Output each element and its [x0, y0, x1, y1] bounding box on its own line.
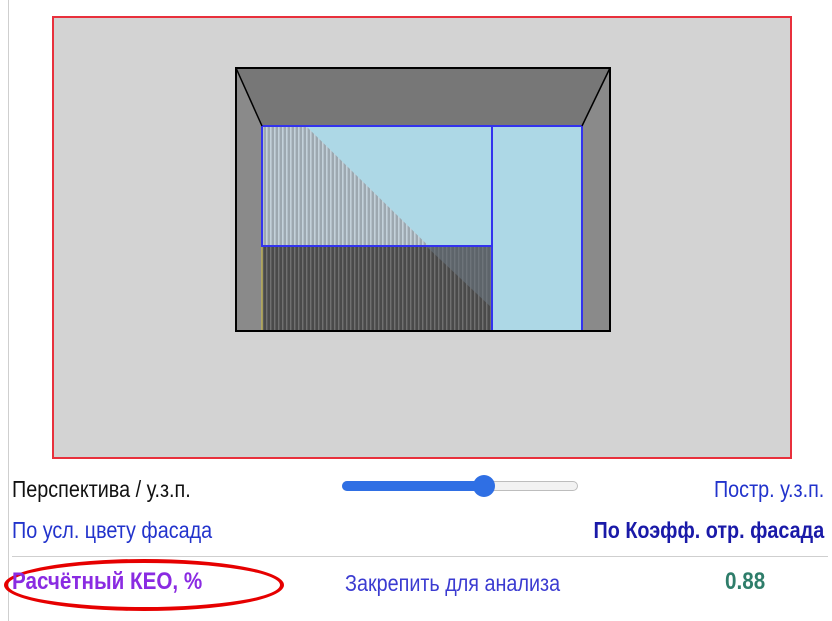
perspective-slider[interactable]: [342, 475, 580, 497]
left-divider: [8, 0, 9, 621]
facade-coefficient-link[interactable]: По Коэфф. отр. фасада: [593, 517, 824, 544]
keo-label: Расчётный КЕО, %: [12, 568, 203, 595]
lock-for-analysis-link[interactable]: Закрепить для анализа: [345, 570, 560, 597]
room-perspective-drawing: [235, 67, 611, 332]
build-link[interactable]: Постр. у.з.п.: [714, 476, 824, 503]
facade-color-link[interactable]: По усл. цвету фасада: [12, 517, 212, 544]
section-divider: [12, 556, 828, 557]
slider-thumb[interactable]: [472, 475, 495, 497]
keo-value: 0.88: [725, 568, 766, 595]
room-ceiling: [236, 68, 610, 126]
slider-fill: [342, 481, 484, 491]
room-viewport[interactable]: [52, 16, 792, 459]
perspective-label: Перспектива / у.з.п.: [12, 476, 191, 502]
